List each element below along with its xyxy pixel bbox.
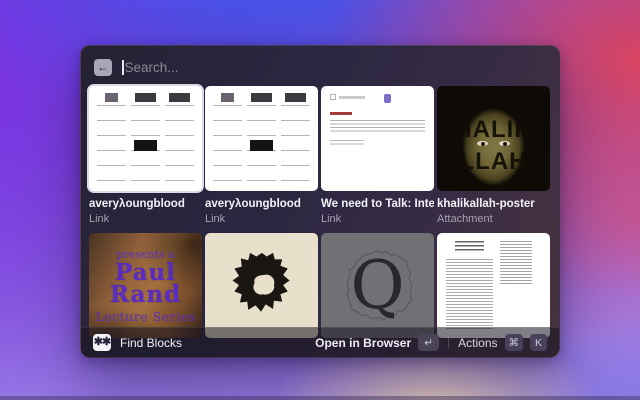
item-type-badge: Link (205, 213, 318, 225)
webpage-byline (330, 140, 364, 147)
results-grid: averyλoungblood Link averyλoungblood Lin… (81, 84, 559, 338)
doc-paragraphs (446, 259, 493, 329)
doc-column (446, 241, 493, 330)
thumbnail-three-column-document (89, 86, 202, 191)
q-letter: Q (350, 253, 404, 319)
thumbnail-ink-blob (205, 233, 318, 338)
back-button[interactable]: ← (94, 59, 112, 76)
webpage-form-line (339, 96, 365, 99)
open-in-browser-button[interactable]: Open in Browser (315, 336, 411, 350)
doc-column (281, 93, 310, 184)
doc-inline-image (134, 140, 156, 151)
thumbnail-face-poster: HALIK LLAH (437, 86, 550, 191)
thumbnail-two-column-document (437, 233, 550, 338)
doc-inline-image (250, 140, 272, 151)
webpage-logo-mark (384, 94, 391, 103)
poster-text-line: Rand (110, 284, 181, 306)
webpage-heading (330, 112, 352, 115)
grid-item-averyloungblood-1[interactable]: averyλoungblood Link (89, 86, 202, 225)
cmd-key-icon: ⌘ (505, 334, 524, 351)
grid-item-we-need-to-talk[interactable]: We need to Talk: Interview... Link (321, 86, 434, 225)
grid-item-khalikallah-poster[interactable]: HALIK LLAH khalikallah-poster Attachment (437, 86, 550, 225)
doc-column (131, 93, 160, 184)
poster-text-line: Lecture Series (96, 309, 196, 324)
doc-column (97, 93, 126, 184)
webpage-form-row (330, 94, 425, 100)
checkbox-icon (330, 94, 336, 100)
thumbnail-white-webpage (321, 86, 434, 191)
item-type-badge: Attachment (437, 213, 550, 225)
desktop-bottom-strip (0, 396, 640, 400)
grid-item-ink-blob[interactable] (205, 233, 318, 338)
item-type-badge: Link (89, 213, 202, 225)
doc-column (213, 93, 242, 184)
search-bar: ← (81, 46, 559, 84)
actions-button[interactable]: Actions (458, 336, 497, 350)
grid-item-averyloungblood-2[interactable]: averyλoungblood Link (205, 86, 318, 225)
item-title: averyλoungblood (205, 198, 318, 210)
k-key-icon: K (530, 334, 547, 351)
search-input[interactable] (125, 60, 505, 75)
thumbnail-q-letterform: Q (321, 233, 434, 338)
find-blocks-label: Find Blocks (120, 336, 182, 350)
footer-divider (448, 337, 449, 349)
poster-text-line: LLAH (437, 148, 550, 176)
thumbnail-paul-rand-lecture: presents a Paul Rand Lecture Series (89, 233, 202, 338)
doc-name-list (500, 241, 532, 285)
text-cursor (122, 60, 124, 75)
return-key-icon: ↵ (418, 334, 439, 351)
grid-item-two-column-document[interactable] (437, 233, 550, 338)
arena-logo-icon: ✱✱ (93, 334, 111, 351)
item-type-badge: Link (321, 213, 434, 225)
item-title: khalikallah-poster (437, 198, 550, 210)
poster-text-line: HALIK (437, 116, 550, 144)
grid-item-q-letterform[interactable]: Q (321, 233, 434, 338)
webpage-paragraph (330, 120, 425, 134)
find-blocks-window: ← averyλoungblood Link averyλoungblood L… (80, 45, 560, 358)
item-title: averyλoungblood (89, 198, 202, 210)
thumbnail-three-column-document (205, 86, 318, 191)
ink-blob-graphic (216, 240, 308, 332)
footer-bar: ✱✱ Find Blocks Open in Browser ↵ Actions… (81, 327, 559, 357)
item-title: We need to Talk: Interview... (321, 198, 434, 210)
doc-header (455, 241, 483, 251)
doc-column (165, 93, 194, 184)
doc-column (247, 93, 276, 184)
footer-actions: Open in Browser ↵ Actions ⌘ K (315, 334, 547, 351)
doc-column (500, 241, 541, 330)
grid-item-paul-rand-lecture[interactable]: presents a Paul Rand Lecture Series (89, 233, 202, 338)
